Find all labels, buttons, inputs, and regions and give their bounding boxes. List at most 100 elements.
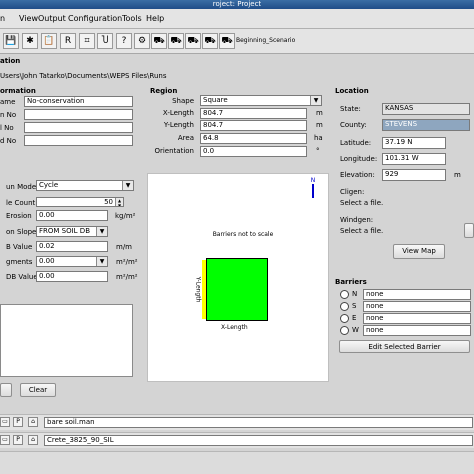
cycle-count-label: le Count [6,199,36,207]
barrier-radio-e[interactable] [340,314,349,323]
scenario-icon-4[interactable]: ⛟ [202,33,218,49]
chevron-down-icon: ▼ [310,96,321,105]
y-length-label: Y-Length [163,121,194,129]
menu-item-configuration[interactable]: Configuration [68,13,122,25]
slope-select[interactable]: FROM SOIL DB ▼ [36,226,108,237]
scenario-icon-1[interactable]: ⛟ [151,33,167,49]
area-field[interactable]: 64.8 [200,133,307,144]
area-label: Area [177,134,194,142]
info-label-3: l No [0,124,14,132]
run-icon[interactable]: ✱ [22,33,38,49]
db-value-label: DB Value [6,273,38,281]
run-mode-select[interactable]: Cycle ▼ [36,180,134,191]
notes-action-button[interactable] [0,383,12,397]
barrier-dir-e: E [352,314,357,322]
windgen-browse-button[interactable] [464,223,474,238]
barriers-title: Barriers [335,278,367,286]
open-icon[interactable]: P [13,435,23,445]
scenario-icon-2[interactable]: ⛟ [168,33,184,49]
barrier-value-n[interactable]: none [363,289,471,300]
scenario-icon-3[interactable]: ⛟ [185,33,201,49]
view-map-button[interactable]: View Map [393,244,445,259]
tool-icon[interactable]: ⚙ [134,33,150,49]
barrier-value-e[interactable]: none [363,313,471,324]
management-file-field[interactable]: bare soil.man [44,417,473,428]
open-icon[interactable]: P [13,417,23,427]
database-icon[interactable]: ⌗ [79,33,95,49]
run-path: Users\John Tatarko\Documents\WEPS Files\… [0,72,167,80]
menu-item-viewoutput[interactable]: ViewOutput [19,13,66,25]
barrier-value-s[interactable]: none [363,301,471,312]
info-field-2[interactable] [24,109,133,120]
menu-item-help[interactable]: Help [146,13,164,25]
barrier-value-w[interactable]: none [363,325,471,336]
notes-area[interactable] [0,304,133,377]
erosion-field[interactable]: 0.00 [36,210,108,221]
north-arrow-label: N [310,177,316,184]
folder-icon[interactable]: ▭ [0,417,10,427]
clear-button[interactable]: Clear [20,383,56,397]
cycle-count-field[interactable]: 50 ▲ ▼ [36,197,124,207]
shape-label: Shape [172,97,194,105]
clipboard-icon[interactable]: 📋 [41,33,57,49]
status-area [0,451,474,474]
folder-open-icon[interactable]: ⌂ [28,417,38,427]
folder-open-icon[interactable]: ⌂ [28,435,38,445]
b-value-label: B Value [6,243,33,251]
info-label-4: d No [0,137,17,145]
edit-selected-barrier-button[interactable]: Edit Selected Barrier [339,340,470,353]
information-title: ormation [0,87,36,95]
windgen-value: Select a file. [340,227,384,235]
scenario-label: Beginning_Scenario [236,37,296,44]
soil-file-field[interactable]: Crete_3825_90_SIL [44,435,473,446]
x-length-field[interactable]: 804.7 [200,108,307,119]
field-square [206,258,268,321]
barrier-dir-s: S [352,302,357,310]
barrier-radio-s[interactable] [340,302,349,311]
info-field-3[interactable] [24,122,133,133]
db-value-unit: m²/m² [116,273,138,281]
report-icon[interactable]: R [60,33,76,49]
elevation-field[interactable]: 929 [382,169,446,181]
fragments-select[interactable]: 0.00 ▼ [36,256,108,267]
orientation-field[interactable]: 0.0 [200,146,307,157]
management-row: ▭ P ⌂ bare soil.man [0,414,474,430]
barrier-radio-n[interactable] [340,290,349,299]
info-label-1: ame [0,98,16,106]
fragments-unit: m²/m² [116,258,138,266]
y-length-field[interactable]: 804.7 [200,120,307,131]
barrier-strip [202,260,206,319]
magnet-icon[interactable]: Ⴎ [97,33,113,49]
toolbar: 💾 ✱ 📋 R ⌗ Ⴎ ? ⚙ ⛟ ⛟ ⛟ ⛟ ⛟ Beginning_Scen… [0,29,474,54]
menu-item-tools[interactable]: Tools [122,13,142,25]
state-field[interactable]: KANSAS [382,103,470,115]
area-unit: ha [314,134,323,142]
x-length-label: X-Length [162,109,194,117]
fragments-label: gments [6,258,33,266]
b-value-field[interactable]: 0.02 [36,241,108,252]
chevron-down-icon: ▼ [96,227,107,236]
county-field[interactable]: STEVENS [382,119,470,131]
decrement-icon[interactable]: ▼ [115,203,123,206]
barrier-note: Barriers not to scale [212,231,274,238]
region-title: Region [150,87,178,95]
scenario-icon-5[interactable]: ⛟ [219,33,235,49]
info-field-1[interactable]: No-conservation [24,96,133,107]
menu-item-run[interactable]: n [0,13,5,25]
cligen-label: Cligen: [340,188,365,196]
longitude-field[interactable]: 101.31 W [382,153,446,165]
db-value-field[interactable]: 0.00 [36,271,108,282]
info-field-4[interactable] [24,135,133,146]
latitude-field[interactable]: 37.19 N [382,137,446,149]
folder-icon[interactable]: ▭ [0,435,10,445]
help-icon[interactable]: ? [116,33,132,49]
menu-bar: n ViewOutput Configuration Tools Help [0,9,474,29]
barrier-radio-w[interactable] [340,326,349,335]
soil-row: ▭ P ⌂ Crete_3825_90_SIL [0,432,474,448]
b-value-unit: m/m [116,243,132,251]
shape-select[interactable]: Square ▼ [200,95,322,106]
longitude-label: Longitude: [340,155,378,163]
info-label-2: n No [0,111,17,119]
run-mode-label: un Mode [6,183,37,191]
save-icon[interactable]: 💾 [3,33,19,49]
